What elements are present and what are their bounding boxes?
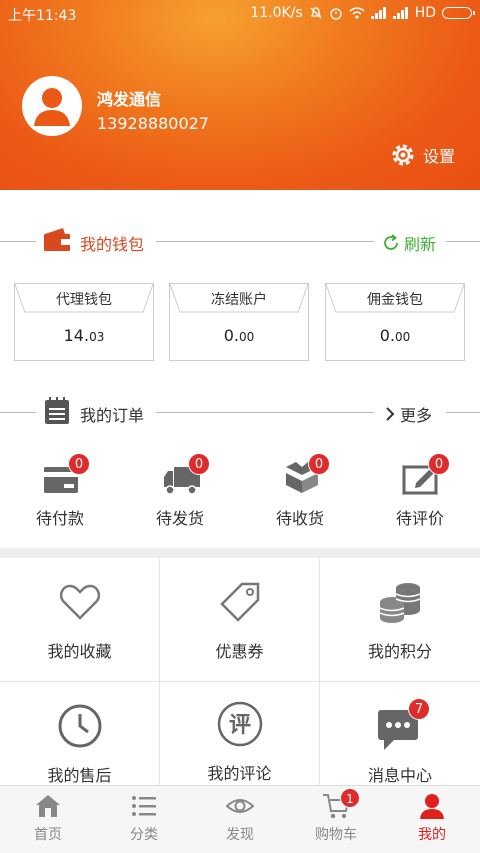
nav-label: 我的 (418, 827, 446, 843)
chevron-right-icon (386, 407, 395, 421)
profile-header: 上午11:43 11.0K/s HD 鸿发通信 13928880027 设置 (0, 0, 480, 190)
wifi-icon (349, 7, 365, 19)
grid-points[interactable]: 我的积分 (320, 558, 480, 682)
alarm-icon (330, 8, 342, 20)
wallet-title: 我的钱包 (80, 235, 145, 254)
order-status-label: 待评价 (395, 509, 444, 528)
bottom-nav: 首页 分类 发现 1 购物车 我的 (0, 785, 480, 853)
settings-label: 设置 (423, 147, 456, 166)
refresh-icon (384, 234, 398, 250)
nav-label: 分类 (130, 827, 158, 843)
more-label: 更多 (400, 406, 433, 425)
order-count-badge: 0 (428, 453, 450, 475)
nav-home[interactable]: 首页 (0, 786, 96, 853)
network-type: HD (414, 5, 436, 21)
wallet-card-title: 佣金钱包 (367, 292, 423, 308)
grid-coupons[interactable]: 优惠券 (160, 558, 320, 682)
wallet-card-title: 冻结账户 (211, 292, 267, 308)
order-status-to-receive[interactable]: 0 待收货 (250, 453, 350, 528)
order-status-unpaid[interactable]: 0 待付款 (10, 453, 110, 528)
grid-label: 我的评论 (207, 764, 272, 783)
refresh-button[interactable]: 刷新 (382, 231, 436, 255)
nav-discover[interactable]: 发现 (192, 786, 288, 853)
network-speed: 11.0K/s (250, 5, 303, 21)
mute-icon (310, 7, 322, 19)
settings-button[interactable]: 设置 (389, 141, 455, 169)
nav-label: 购物车 (315, 827, 357, 843)
wallet-card-commission[interactable]: 佣金钱包 0.00 (325, 283, 465, 361)
section-divider (0, 548, 480, 558)
orders-section-header: 我的订单 更多 (0, 397, 480, 427)
list-icon (132, 796, 156, 816)
order-status-to-review[interactable]: 0 待评价 (370, 453, 470, 528)
orders-icon (45, 397, 69, 424)
order-status-label: 待收货 (275, 509, 324, 528)
nav-mine[interactable]: 我的 (384, 786, 480, 853)
grid-label: 消息中心 (367, 766, 432, 785)
nav-category[interactable]: 分类 (96, 786, 192, 853)
order-count-badge: 0 (68, 453, 90, 475)
nav-label: 发现 (226, 827, 254, 843)
coins-icon (379, 583, 421, 623)
nav-cart[interactable]: 1 购物车 (288, 786, 384, 853)
refresh-label: 刷新 (404, 235, 437, 254)
heart-icon (59, 584, 101, 620)
eye-icon (226, 799, 254, 813)
wallet-section-header: 我的钱包 刷新 (0, 226, 480, 256)
order-count-badge: 0 (188, 453, 210, 475)
grid-label: 我的积分 (367, 642, 432, 661)
wallet-card-value: 0.00 (379, 326, 411, 345)
home-icon (36, 795, 60, 817)
grid-label: 我的售后 (47, 766, 112, 785)
cart-count-badge: 1 (340, 788, 360, 808)
comment-badge-icon: 评 (217, 701, 263, 747)
order-status-to-ship[interactable]: 0 待发货 (130, 453, 230, 528)
battery-icon (442, 7, 475, 19)
message-count-badge: 7 (408, 698, 430, 720)
signal-icon-2 (392, 7, 408, 19)
clock-icon (58, 704, 102, 748)
grid-favorites[interactable]: 我的收藏 (0, 558, 160, 682)
svg-text:评: 评 (229, 713, 251, 738)
wallet-card-title: 代理钱包 (56, 292, 112, 308)
tag-icon (220, 582, 260, 622)
order-status-label: 待发货 (155, 509, 204, 528)
order-count-badge: 0 (308, 453, 330, 475)
user-phone: 13928880027 (97, 114, 209, 133)
nav-label: 首页 (34, 827, 62, 843)
wallet-card-value: 0.00 (223, 326, 255, 345)
gear-icon (392, 144, 414, 166)
order-status-label: 待付款 (35, 509, 84, 528)
wallet-card-agent[interactable]: 代理钱包 14.03 (14, 283, 154, 361)
user-icon (420, 794, 444, 819)
status-time: 上午11:43 (8, 8, 77, 24)
wallet-card-value: 14.03 (63, 326, 105, 345)
orders-title: 我的订单 (80, 406, 145, 425)
grid-label: 我的收藏 (47, 642, 112, 661)
avatar[interactable] (22, 76, 82, 136)
user-avatar-icon (23, 77, 81, 135)
user-name: 鸿发通信 (97, 90, 162, 109)
signal-icon (370, 7, 386, 19)
more-orders-link[interactable]: 更多 (384, 402, 432, 426)
status-bar: 上午11:43 11.0K/s HD (0, 0, 480, 28)
wallet-card-frozen[interactable]: 冻结账户 0.00 (169, 283, 309, 361)
grid-label: 优惠券 (215, 642, 264, 661)
wallet-icon (44, 228, 70, 251)
